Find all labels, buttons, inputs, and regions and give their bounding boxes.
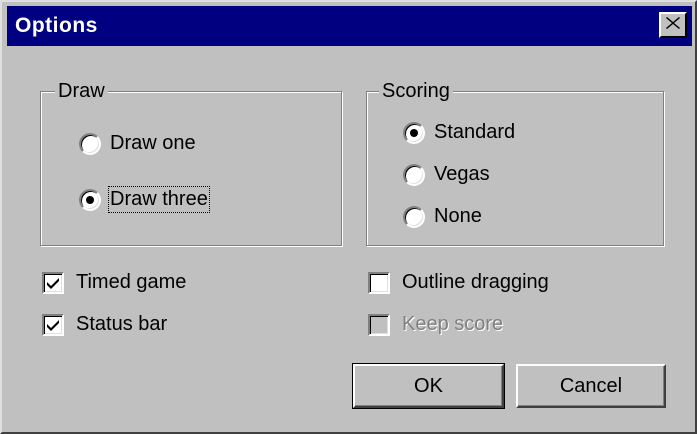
radio-label-vegas: Vegas <box>434 163 490 185</box>
draw-groupbox: Draw Draw one Draw three <box>40 79 342 246</box>
checkbox-row-outline-dragging[interactable]: Outline dragging <box>368 271 549 294</box>
close-icon <box>666 16 680 34</box>
window-title: Options <box>15 14 98 37</box>
ok-button[interactable]: OK <box>352 363 505 409</box>
radio-label-draw-three: Draw three <box>108 186 210 213</box>
radio-none[interactable]: None <box>403 205 482 228</box>
radio-draw-three[interactable]: Draw three <box>79 186 210 213</box>
cancel-button[interactable]: Cancel <box>516 364 666 408</box>
radio-button-vegas[interactable] <box>403 163 425 186</box>
check-icon <box>47 319 59 331</box>
checkbox-outline-dragging[interactable] <box>368 271 390 294</box>
radio-button-draw-three[interactable] <box>79 188 101 211</box>
check-icon <box>47 277 59 289</box>
checkbox-label-timed-game: Timed game <box>76 271 187 293</box>
radio-button-draw-one[interactable] <box>79 132 101 155</box>
title-bar[interactable]: Options <box>7 6 692 46</box>
options-dialog: Options Draw Draw one Draw three Scoring… <box>0 0 697 434</box>
radio-vegas[interactable]: Vegas <box>403 163 490 186</box>
checkbox-row-timed-game[interactable]: Timed game <box>42 271 186 294</box>
radio-draw-one[interactable]: Draw one <box>79 132 196 155</box>
checkbox-row-status-bar[interactable]: Status bar <box>42 313 167 336</box>
checkbox-keep-score <box>368 313 390 336</box>
scoring-groupbox: Scoring Standard Vegas None <box>366 79 664 246</box>
checkbox-label-keep-score: Keep score <box>402 313 504 335</box>
draw-group-label: Draw <box>55 79 108 103</box>
close-button[interactable] <box>659 12 687 38</box>
checkbox-label-outline-dragging: Outline dragging <box>402 271 549 293</box>
radio-label-standard: Standard <box>434 121 516 143</box>
radio-button-standard[interactable] <box>403 121 425 144</box>
checkbox-label-status-bar: Status bar <box>76 313 168 335</box>
checkbox-row-keep-score: Keep score <box>368 313 503 336</box>
radio-label-none: None <box>434 205 482 227</box>
radio-standard[interactable]: Standard <box>403 121 515 144</box>
checkbox-timed-game[interactable] <box>42 271 64 294</box>
radio-label-draw-one: Draw one <box>110 132 196 154</box>
radio-button-none[interactable] <box>403 205 425 228</box>
scoring-group-label: Scoring <box>379 79 453 103</box>
checkbox-status-bar[interactable] <box>42 313 64 336</box>
